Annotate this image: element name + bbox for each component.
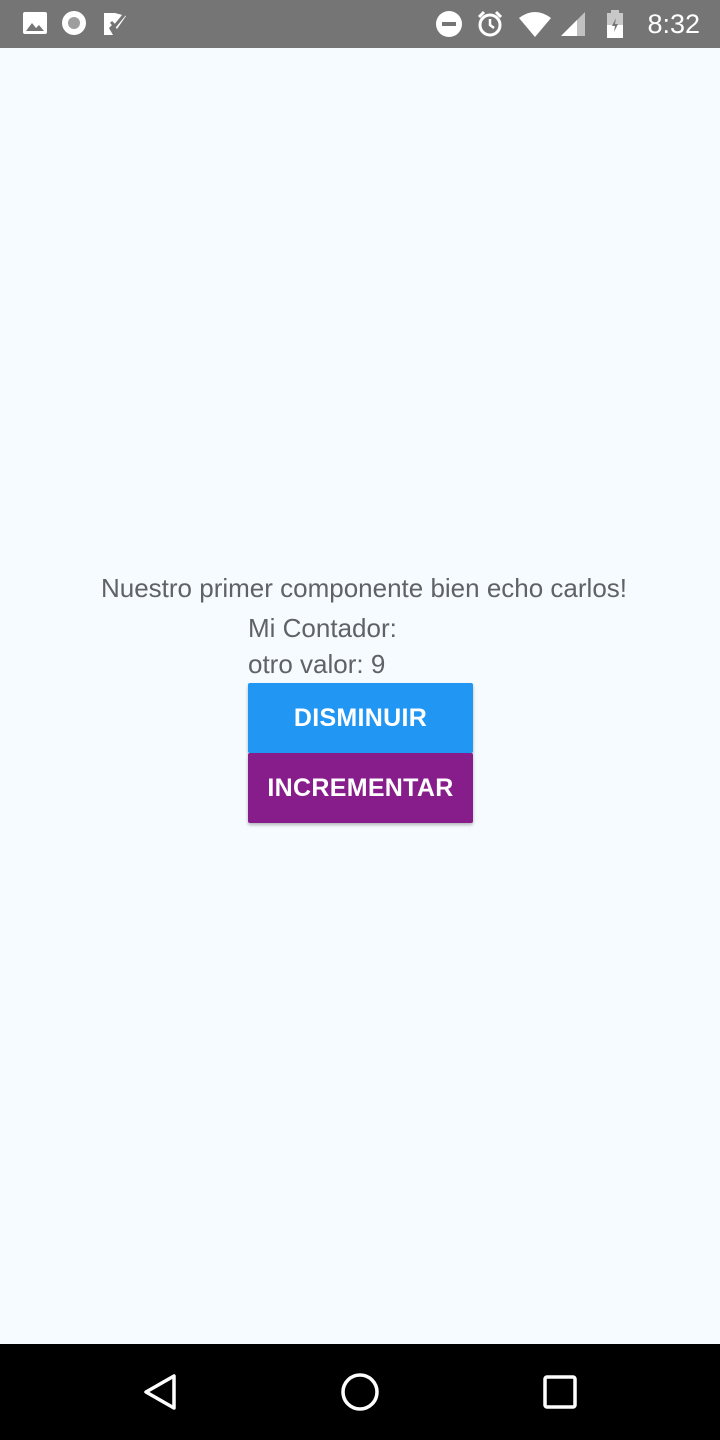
alarm-icon bbox=[477, 10, 503, 37]
decrease-button[interactable]: DISMINUIR bbox=[248, 683, 473, 753]
clock: 8:32 bbox=[647, 9, 700, 39]
check-badge-icon bbox=[104, 13, 126, 35]
record-icon bbox=[62, 11, 86, 35]
recents-icon[interactable] bbox=[536, 1368, 584, 1416]
main-content: Nuestro primer componente bien echo carl… bbox=[0, 48, 720, 1344]
image-icon bbox=[23, 12, 47, 34]
do-not-disturb-icon bbox=[436, 11, 462, 37]
wifi-icon bbox=[519, 12, 551, 37]
navigation-bar bbox=[0, 1344, 720, 1440]
signal-icon bbox=[561, 12, 585, 36]
back-icon[interactable] bbox=[136, 1368, 184, 1416]
headline-text: Nuestro primer componente bien echo carl… bbox=[100, 573, 628, 603]
counter-label: Mi Contador: bbox=[248, 613, 397, 643]
increase-button[interactable]: INCREMENTAR bbox=[248, 753, 473, 823]
other-value-text: otro valor: 9 bbox=[248, 649, 386, 679]
status-bar: 8:32 bbox=[0, 0, 720, 48]
battery-icon bbox=[607, 10, 623, 38]
counter-section: Mi Contador: otro valor: 9 DISMINUIR INC… bbox=[248, 610, 473, 823]
home-icon[interactable] bbox=[336, 1368, 384, 1416]
